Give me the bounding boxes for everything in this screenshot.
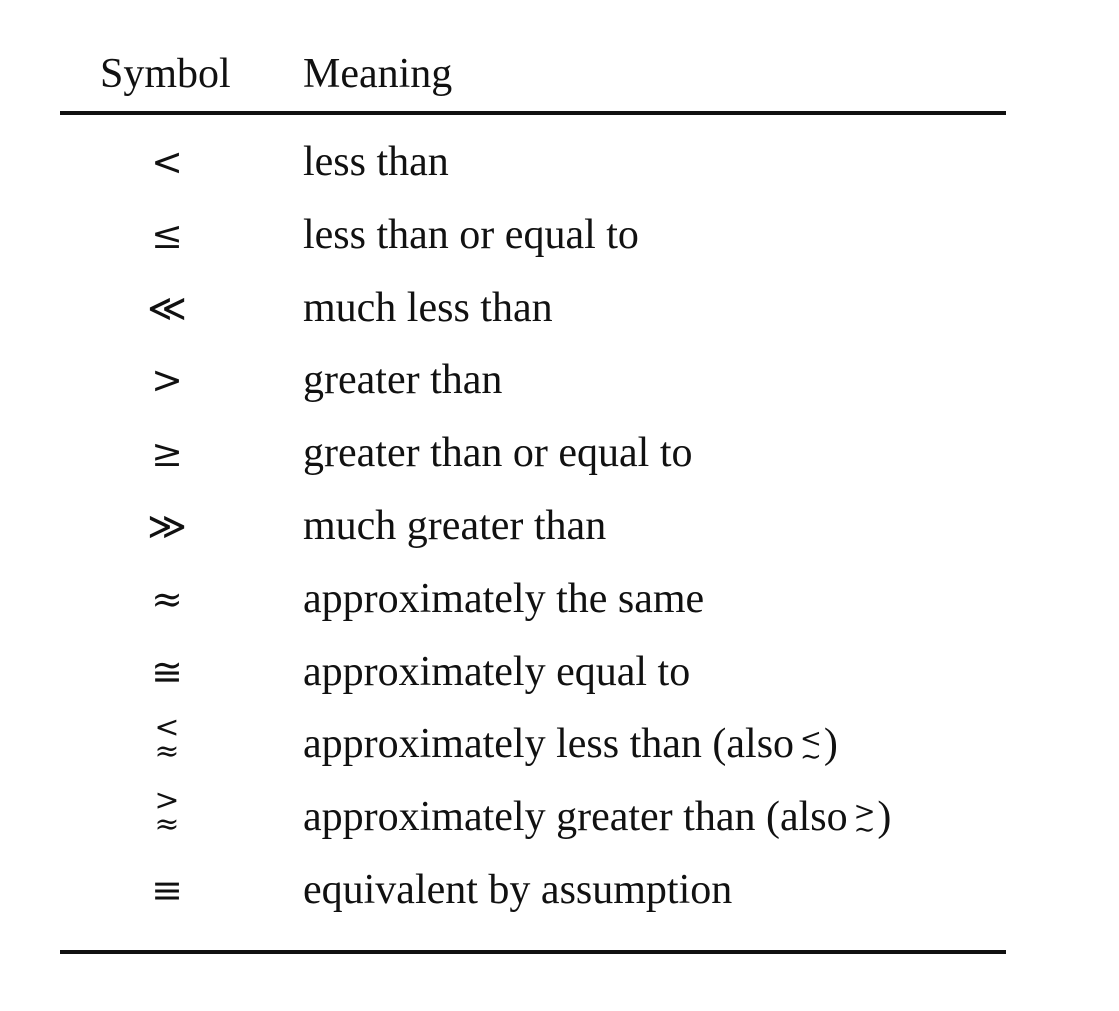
meaning-cell: much less than [303, 284, 553, 331]
symbol-cell: ≅ [151, 649, 183, 694]
symbol-meaning-table: Symbol Meaning < less than ≤ less than o… [60, 40, 1006, 954]
symbol-bottom: ≈ [154, 807, 180, 843]
alt-symbol-bottom: ∼ [800, 742, 822, 773]
meaning-cell: greater than [303, 357, 503, 404]
symbol-cell: ≫ [147, 503, 187, 548]
symbol-cell: ≈ [151, 576, 183, 621]
meaning-cell: equivalent by assumption [303, 866, 733, 913]
table-row: > greater than [60, 346, 1006, 419]
bottom-rule [60, 950, 1006, 954]
symbol-cell: ≪ [147, 285, 187, 330]
meaning-cell: greater than or equal to [303, 430, 693, 477]
meaning-close: ) [823, 721, 838, 768]
meaning-text: approximately greater than (also [303, 794, 848, 841]
symbol-cell: < ≈ [126, 713, 208, 770]
table-row: ≤ less than or equal to [60, 201, 1006, 274]
table-row: ≈ approximately the same [60, 565, 1006, 638]
table-row: > ≈ approximately greater than (also > ∼) [60, 783, 1006, 856]
meaning-text: approximately less than (also [303, 721, 795, 768]
table-row: < ≈ approximately less than (also < ∼) [60, 710, 1006, 783]
meaning-close: ) [877, 794, 892, 841]
meaning-cell: approximately equal to [303, 648, 691, 695]
alt-symbol: < ∼ [800, 726, 822, 773]
table-row: ≅ approximately equal to [60, 638, 1006, 711]
table-row: ≫ much greater than [60, 492, 1006, 565]
meaning-cell: less than [303, 139, 449, 185]
meaning-cell: approximately the same [303, 575, 705, 622]
symbol-cell: > ≈ [126, 786, 208, 843]
alt-symbol-bottom: ∼ [853, 815, 876, 846]
alt-symbol: > ∼ [853, 799, 876, 846]
meaning-cell: approximately less than (also < ∼) [303, 721, 838, 773]
table-row: ≥ greater than or equal to [60, 419, 1006, 492]
symbol-column-header: Symbol [100, 51, 231, 97]
table-row: ≡ equivalent by assumption [60, 856, 1006, 929]
symbol-cell: ≡ [151, 867, 183, 912]
symbol-cell: ≥ [151, 431, 183, 476]
symbol-cell: ≤ [151, 212, 183, 257]
symbol-bottom: ≈ [154, 734, 180, 770]
header-rule [60, 111, 1006, 115]
symbol-cell: > [151, 358, 183, 403]
meaning-cell: much greater than [303, 502, 607, 549]
meaning-cell: approximately greater than (also > ∼) [303, 794, 892, 846]
table-header: Symbol Meaning [60, 40, 1006, 112]
table-row: ≪ much less than [60, 274, 1006, 347]
meaning-column-header: Meaning [303, 51, 453, 97]
meaning-cell: less than or equal to [303, 211, 639, 258]
table-row: < less than [60, 128, 1006, 201]
symbol-cell: < [151, 140, 183, 184]
table-body: < less than ≤ less than or equal to ≪ mu… [60, 128, 1006, 929]
